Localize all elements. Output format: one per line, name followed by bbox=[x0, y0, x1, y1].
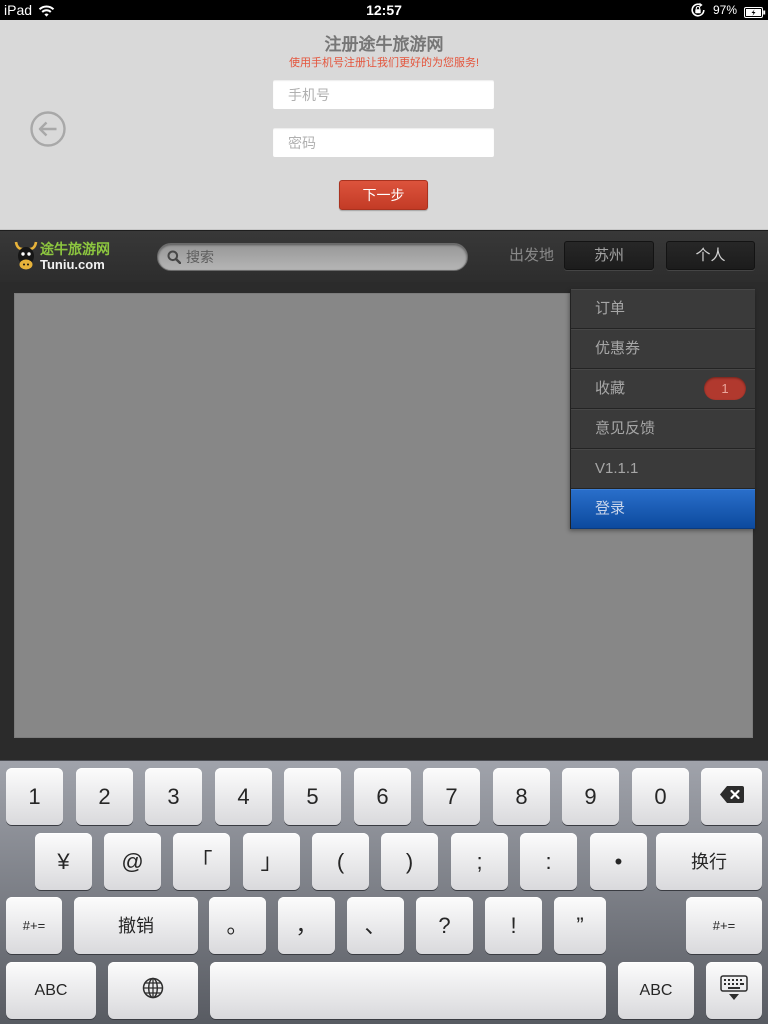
key-5[interactable]: 5 bbox=[284, 768, 341, 825]
symbols-key[interactable]: #+= bbox=[6, 897, 62, 954]
personal-button[interactable]: 个人 bbox=[666, 241, 755, 270]
key-colon[interactable]: : bbox=[520, 833, 577, 890]
battery-percent: 97% bbox=[713, 3, 738, 17]
delete-icon bbox=[719, 785, 745, 809]
key-3[interactable]: 3 bbox=[145, 768, 202, 825]
register-subtitle: 使用手机号注册让我们更好的为您服务! bbox=[288, 57, 480, 69]
logo-text-en: Tuniu.com bbox=[40, 257, 105, 272]
menu-item-label: 优惠券 bbox=[595, 340, 641, 357]
key-bullet[interactable]: • bbox=[590, 833, 647, 890]
abc-key[interactable]: ABC bbox=[6, 962, 96, 1019]
key-left-corner-bracket[interactable]: 「 bbox=[173, 833, 230, 890]
wifi-icon bbox=[38, 4, 55, 17]
register-panel: 注册途牛旅游网 使用手机号注册让我们更好的为您服务! 下一步 bbox=[0, 20, 768, 230]
key-right-paren[interactable]: ) bbox=[381, 833, 438, 890]
battery-icon bbox=[744, 5, 766, 18]
key-exclamation[interactable]: ! bbox=[485, 897, 542, 954]
menu-item-label: 登录 bbox=[595, 500, 626, 517]
key-0[interactable]: 0 bbox=[632, 768, 689, 825]
key-6[interactable]: 6 bbox=[354, 768, 411, 825]
menu-item-coupons[interactable]: 优惠券 bbox=[571, 329, 755, 369]
menu-item-version: V1.1.1 bbox=[571, 449, 755, 489]
key-at[interactable]: @ bbox=[104, 833, 161, 890]
search-icon bbox=[167, 250, 182, 265]
key-7[interactable]: 7 bbox=[423, 768, 480, 825]
dismiss-keyboard-key[interactable] bbox=[706, 962, 762, 1019]
menu-item-login[interactable]: 登录 bbox=[571, 489, 755, 529]
return-key[interactable]: 换行 bbox=[656, 833, 762, 890]
space-key[interactable] bbox=[210, 962, 606, 1019]
password-input[interactable] bbox=[273, 128, 494, 157]
key-comma[interactable]: ， bbox=[278, 897, 335, 954]
menu-item-feedback[interactable]: 意见反馈 bbox=[571, 409, 755, 449]
key-1[interactable]: 1 bbox=[6, 768, 63, 825]
globe-key[interactable] bbox=[108, 962, 198, 1019]
menu-item-label: 意见反馈 bbox=[595, 420, 656, 437]
key-left-paren[interactable]: ( bbox=[312, 833, 369, 890]
keyboard-dismiss-icon bbox=[720, 975, 748, 1006]
clock: 12:57 bbox=[366, 2, 402, 18]
key-8[interactable]: 8 bbox=[493, 768, 550, 825]
back-arrow-icon[interactable] bbox=[29, 110, 67, 148]
key-right-corner-bracket[interactable]: 」 bbox=[243, 833, 300, 890]
device-name: iPad bbox=[4, 2, 33, 18]
delete-key[interactable] bbox=[701, 768, 762, 825]
symbols-key-right[interactable]: #+= bbox=[686, 897, 762, 954]
menu-item-label: 订单 bbox=[595, 300, 626, 317]
logo-cow-icon bbox=[14, 240, 38, 272]
departure-label: 出发地 bbox=[509, 247, 555, 264]
abc-key-right[interactable]: ABC bbox=[618, 962, 694, 1019]
menu-item-label: 收藏 bbox=[595, 380, 626, 397]
key-4[interactable]: 4 bbox=[215, 768, 272, 825]
menu-item-favorites[interactable]: 收藏 1 bbox=[571, 369, 755, 409]
logo-text-cn: 途牛旅游网 bbox=[40, 241, 110, 257]
app-header: 途牛旅游网 Tuniu.com 搜索 出发地 苏州 个人 bbox=[0, 230, 768, 282]
search-field[interactable]: 搜索 bbox=[157, 243, 468, 271]
key-2[interactable]: 2 bbox=[76, 768, 133, 825]
departure-city-button[interactable]: 苏州 bbox=[564, 241, 654, 270]
globe-icon bbox=[142, 977, 164, 1004]
key-ideographic-comma[interactable]: 、 bbox=[347, 897, 404, 954]
register-title: 注册途牛旅游网 bbox=[324, 35, 444, 54]
key-semicolon[interactable]: ; bbox=[451, 833, 508, 890]
rotation-lock-icon bbox=[690, 2, 706, 18]
personal-menu: 订单 优惠券 收藏 1 意见反馈 V1.1.1 登录 bbox=[570, 289, 755, 529]
tuniu-logo[interactable]: 途牛旅游网 Tuniu.com bbox=[14, 239, 114, 273]
undo-key[interactable]: 撤销 bbox=[74, 897, 198, 954]
next-step-button[interactable]: 下一步 bbox=[339, 180, 428, 210]
key-question[interactable]: ? bbox=[416, 897, 473, 954]
key-ideographic-period[interactable]: 。 bbox=[209, 897, 266, 954]
key-yen[interactable]: ¥ bbox=[35, 833, 92, 890]
on-screen-keyboard: 1 2 3 4 5 6 7 8 9 0 ¥ @ 「 」 ( ) ; : • 换行… bbox=[0, 760, 768, 1024]
menu-item-label: V1.1.1 bbox=[595, 460, 639, 477]
key-9[interactable]: 9 bbox=[562, 768, 619, 825]
favorites-count-badge: 1 bbox=[704, 377, 746, 400]
status-bar: iPad 12:57 97% bbox=[0, 0, 768, 20]
search-placeholder: 搜索 bbox=[186, 249, 214, 265]
key-close-quote[interactable]: ” bbox=[554, 897, 606, 954]
menu-item-orders[interactable]: 订单 bbox=[571, 289, 755, 329]
phone-input[interactable] bbox=[273, 80, 494, 109]
